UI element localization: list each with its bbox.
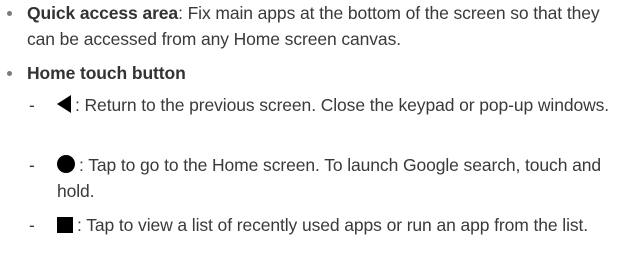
bullet-dot — [7, 71, 12, 76]
home-circle-icon — [57, 155, 75, 173]
dash-marker: - — [29, 95, 35, 115]
description-recent-apps: : Tap to view a list of recently used ap… — [77, 215, 589, 235]
recent-apps-square-icon — [57, 217, 73, 233]
manual-page-excerpt: Quick access area: Fix main apps at the … — [0, 0, 629, 273]
bullet-text: Quick access area: Fix main apps at the … — [27, 0, 627, 52]
bullet-text: Home touch button — [27, 60, 627, 86]
dash-marker: - — [29, 215, 35, 235]
bullet-dot — [7, 11, 12, 16]
term-home-touch-button: Home touch button — [27, 63, 186, 83]
dash-marker: - — [29, 155, 35, 175]
sub-item-text: : Tap to go to the Home screen. To launc… — [57, 152, 622, 204]
back-triangle-icon — [57, 95, 71, 113]
term-quick-access: Quick access area — [27, 3, 179, 23]
sub-item-text: : Tap to view a list of recently used ap… — [57, 212, 622, 238]
description-home: : Tap to go to the Home screen. To launc… — [57, 155, 601, 201]
description-back: : Return to the previous screen. Close t… — [75, 95, 610, 115]
sub-item-text: : Return to the previous screen. Close t… — [57, 92, 622, 118]
